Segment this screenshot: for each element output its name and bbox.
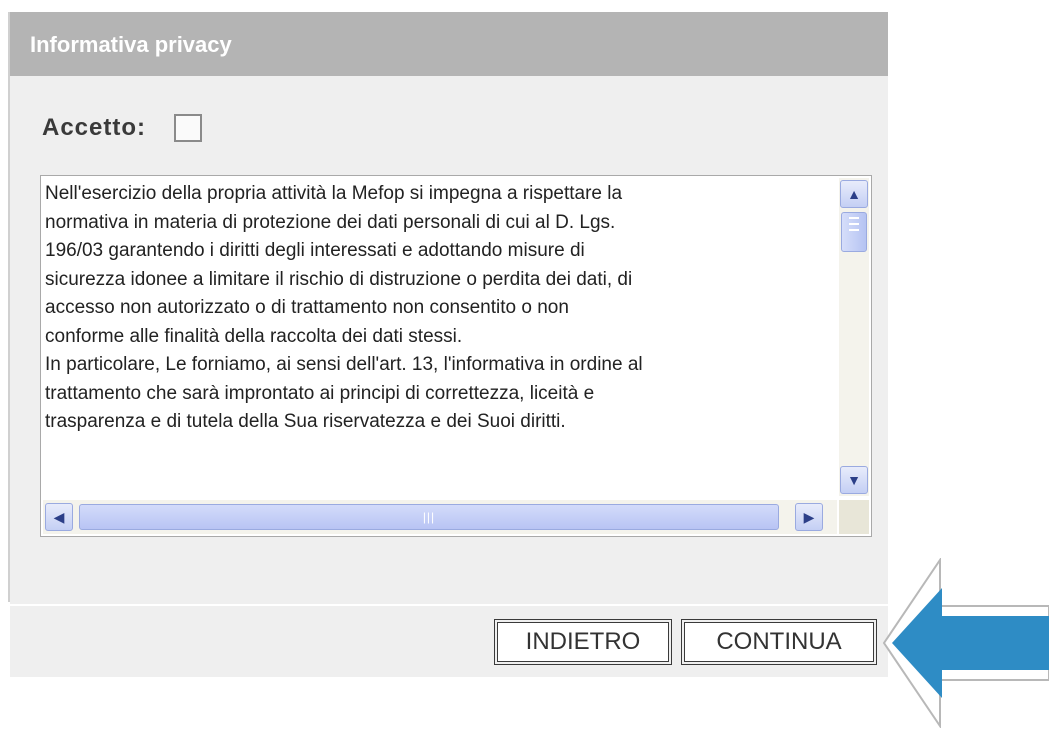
scroll-right-button[interactable]: ▶ <box>795 503 823 531</box>
vertical-scrollbar[interactable]: ▲ ▼ <box>839 178 869 496</box>
privacy-textarea[interactable]: Nell'esercizio della propria attività la… <box>40 175 872 537</box>
accept-row: Accetto: <box>42 110 203 146</box>
scrollbar-corner <box>839 500 869 534</box>
scroll-down-button[interactable]: ▼ <box>840 466 868 494</box>
horizontal-scrollbar[interactable]: ◀ ||| ▶ <box>43 500 837 534</box>
privacy-text: Nell'esercizio della propria attività la… <box>45 183 643 432</box>
accept-label: Accetto: <box>42 114 147 141</box>
horizontal-scroll-thumb[interactable]: ||| <box>79 504 779 530</box>
scroll-left-button[interactable]: ◀ <box>45 503 73 531</box>
continue-button[interactable]: CONTINUA <box>681 619 877 665</box>
panel-header: Informativa privacy <box>10 12 888 76</box>
chevron-up-icon: ▲ <box>847 186 861 202</box>
accept-checkbox[interactable] <box>174 114 203 142</box>
back-button[interactable]: INDIETRO <box>494 619 672 665</box>
pointer-arrow-icon <box>882 558 1049 728</box>
chevron-down-icon: ▼ <box>847 472 861 488</box>
footer-divider <box>10 604 888 606</box>
chevron-left-icon: ◀ <box>53 508 65 525</box>
chevron-right-icon: ▶ <box>803 508 815 525</box>
grip-icon: ||| <box>422 510 436 524</box>
panel-title: Informativa privacy <box>30 32 232 57</box>
vertical-scroll-thumb[interactable] <box>841 212 867 252</box>
scroll-up-button[interactable]: ▲ <box>840 180 868 208</box>
